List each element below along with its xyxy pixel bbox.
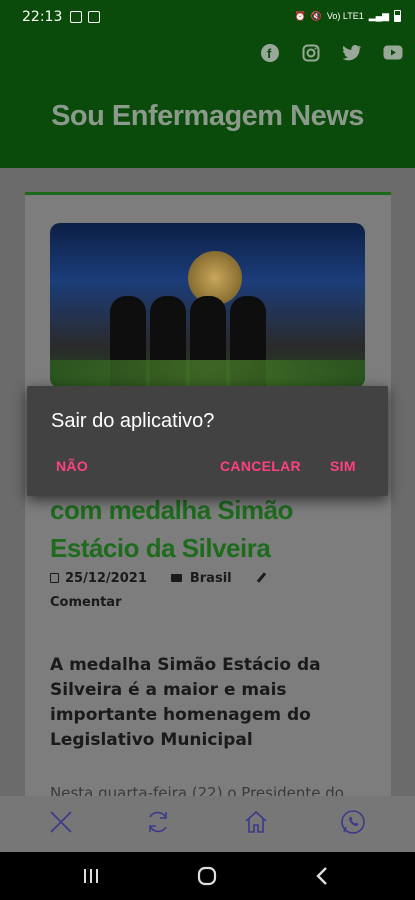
home-icon[interactable] xyxy=(240,806,272,838)
site-header: f Sou Enfermagem News xyxy=(0,34,415,168)
article-title[interactable]: com medalha Simão Estácio da Silveira xyxy=(50,491,370,567)
exit-dialog: Sair do aplicativo? NÃO CANCELAR SIM xyxy=(27,386,388,496)
article-subtitle: A medalha Simão Estácio da Silveira é a … xyxy=(50,655,321,750)
refresh-icon[interactable] xyxy=(142,806,174,838)
system-indicators: ⏰ 🔇 Vo) LTE1 ▂▄▆ xyxy=(294,10,401,22)
status-bar: 22:13 ⏰ 🔇 Vo) LTE1 ▂▄▆ xyxy=(0,0,415,34)
mute-icon: 🔇 xyxy=(310,10,322,21)
site-title[interactable]: Sou Enfermagem News xyxy=(0,100,415,133)
network-label: Vo) LTE1 xyxy=(326,11,364,21)
home-nav-icon[interactable] xyxy=(193,864,221,888)
system-nav-bar xyxy=(0,852,415,900)
calendar-icon xyxy=(50,573,59,583)
alarm-icon: ⏰ xyxy=(294,10,306,21)
recents-icon[interactable] xyxy=(77,864,105,888)
comment-link[interactable]: Comentar xyxy=(50,595,122,610)
bottom-toolbar xyxy=(0,796,415,852)
photo-plants xyxy=(50,360,365,388)
battery-icon xyxy=(394,10,401,22)
whatsapp-icon[interactable] xyxy=(337,806,369,838)
social-links: f xyxy=(259,42,403,63)
close-icon[interactable] xyxy=(45,806,77,838)
status-time: 22:13 xyxy=(22,9,63,25)
yes-button[interactable]: SIM xyxy=(330,458,356,474)
cancel-button[interactable]: CANCELAR xyxy=(220,458,301,474)
instagram-icon[interactable] xyxy=(300,42,321,63)
article-meta: 25/12/2021 Brasil Comentar xyxy=(50,567,370,615)
pencil-icon xyxy=(256,572,266,583)
notification-icons xyxy=(70,11,101,23)
no-button[interactable]: NÃO xyxy=(56,458,88,474)
dialog-title: Sair do aplicativo? xyxy=(51,410,215,432)
back-icon[interactable] xyxy=(308,864,336,888)
folder-icon xyxy=(170,574,182,582)
app-notification-icon xyxy=(88,11,101,23)
article-card: com medalha Simão Estácio da Silveira 25… xyxy=(25,192,391,830)
article-category[interactable]: Brasil xyxy=(190,571,232,586)
youtube-icon[interactable] xyxy=(382,42,403,63)
article-photo[interactable] xyxy=(50,223,365,388)
svg-text:f: f xyxy=(267,46,272,61)
twitter-icon[interactable] xyxy=(341,42,362,63)
signal-icon: ▂▄▆ xyxy=(368,10,389,21)
facebook-icon[interactable]: f xyxy=(259,42,280,63)
image-icon xyxy=(70,11,83,23)
article-date: 25/12/2021 xyxy=(65,571,147,586)
